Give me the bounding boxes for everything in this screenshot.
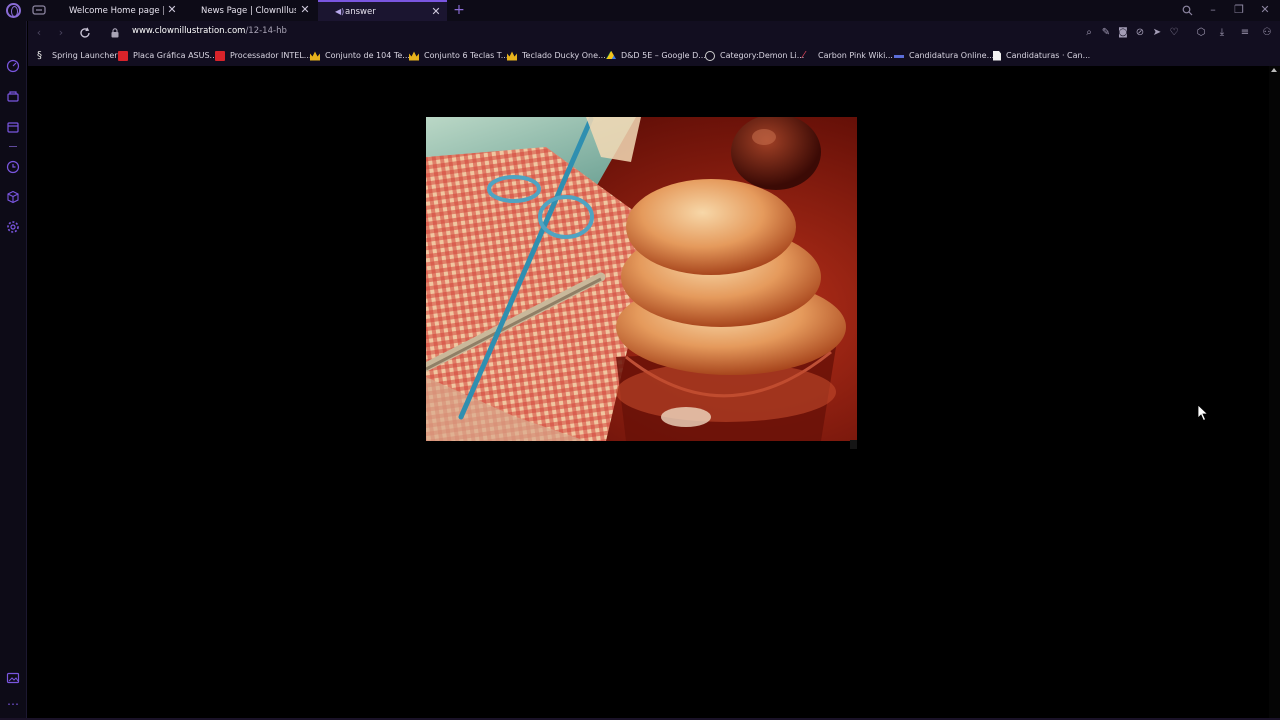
edit-icon[interactable]: ✎ (1098, 25, 1114, 41)
sidebar: ⋯ (0, 21, 27, 720)
bookmark-label: D&D 5E – Google D... (621, 51, 706, 60)
ice-cream-photo-drawing (426, 117, 857, 441)
workspace-icon[interactable] (6, 89, 20, 103)
heart-icon[interactable]: ♡ (1166, 25, 1182, 41)
bookmark-candidatura-online[interactable]: Candidatura Online... (894, 48, 994, 63)
tab-welcome-home[interactable]: Welcome Home page | Clo ✕ (60, 0, 183, 21)
url-path: /12-14-hb (245, 26, 287, 36)
extensions-cube-icon[interactable] (6, 190, 20, 204)
speed-dial-icon[interactable] (6, 59, 20, 73)
restore-icon[interactable]: ❐ (1230, 2, 1248, 18)
gallery-icon[interactable] (6, 671, 20, 685)
bookmark-spring-launcher[interactable]: § Spring Launcher (37, 48, 118, 63)
feather-icon: ⁄ (803, 49, 805, 61)
zoom-icon[interactable]: ⌕ (1081, 25, 1097, 41)
easy-setup-icon[interactable]: ≡ (1237, 25, 1253, 41)
ice-cream-sundae-photo[interactable] (426, 117, 857, 441)
bookmark-label: Processador INTEL... (230, 51, 312, 60)
bookmark-label: Category:Demon Li... (720, 51, 805, 60)
store-icon (118, 50, 128, 61)
reload-icon[interactable] (77, 25, 93, 41)
cube-icon[interactable]: ⬡ (1193, 25, 1209, 41)
sidebar-separator (9, 146, 17, 147)
bookmark-label: Spring Launcher (52, 51, 118, 60)
bookmark-conjunto-104[interactable]: Conjunto de 104 Te... (310, 48, 410, 63)
vertical-scrollbar[interactable] (1269, 66, 1280, 720)
dash-icon (894, 54, 904, 58)
document-icon (993, 50, 1001, 61)
image-resize-handle[interactable] (850, 440, 857, 449)
opera-logo-icon[interactable] (6, 3, 21, 18)
bookmarks-bar: § Spring Launcher Placa Gráfica ASUS... … (28, 45, 1280, 66)
adblock-icon[interactable]: ⊘ (1132, 25, 1148, 41)
bookmark-label: Candidaturas · Can... (1006, 51, 1091, 60)
bookmark-label: Conjunto de 104 Te... (325, 51, 410, 60)
back-arrow-icon[interactable]: ‹ (31, 25, 47, 41)
crown-icon (310, 51, 320, 61)
address-bar: ‹ › www.clownillustration.com/12-14-hb ⌕… (28, 21, 1280, 45)
spring-icon: § (37, 49, 42, 61)
bookmark-conjunto-6-teclas[interactable]: Conjunto 6 Teclas T... (409, 48, 508, 63)
crown-icon (507, 51, 517, 61)
tab-close-icon[interactable]: ✕ (298, 3, 312, 17)
bookmark-processador-intel[interactable]: Processador INTEL... (215, 48, 311, 63)
bookmark-label: Placa Gráfica ASUS... (133, 51, 218, 60)
settings-gear-icon[interactable] (6, 220, 20, 234)
bookmark-label: Candidatura Online... (909, 51, 995, 60)
bookmark-category-demon[interactable]: Category:Demon Li... (705, 48, 804, 63)
tab-close-icon[interactable]: ✕ (165, 3, 179, 17)
bookmark-candidaturas[interactable]: Candidaturas · Can... (993, 48, 1090, 63)
crown-icon (409, 51, 419, 61)
search-tabs-icon[interactable] (1178, 2, 1196, 18)
tab-menu-icon[interactable] (32, 4, 46, 16)
tab-answer-active[interactable]: ◀) answer ✕ (318, 0, 447, 21)
bookmark-carbon-pink-wiki[interactable]: ⁄ Carbon Pink Wiki... (803, 48, 893, 63)
scroll-up-arrow-icon[interactable] (1271, 68, 1277, 72)
page-content (28, 66, 1269, 720)
tab-title: answer (345, 6, 376, 17)
calendar-icon[interactable] (6, 120, 20, 134)
bookmark-label: Conjunto 6 Teclas T... (424, 51, 509, 60)
tab-title: Welcome Home page | Clo (69, 5, 164, 16)
close-window-icon[interactable]: ✕ (1256, 2, 1274, 18)
bookmark-label: Carbon Pink Wiki... (818, 51, 893, 60)
new-tab-icon[interactable]: + (452, 2, 466, 18)
download-icon[interactable]: ⤓ (1214, 25, 1230, 41)
mouse-cursor-icon (1197, 404, 1209, 422)
profile-icon[interactable]: ⚇ (1259, 25, 1275, 41)
bookmark-label: Teclado Ducky One... (522, 51, 606, 60)
more-options-icon[interactable]: ⋯ (6, 697, 20, 711)
tab-close-icon[interactable]: ✕ (429, 5, 443, 19)
drive-icon (606, 50, 616, 59)
forward-arrow-icon[interactable]: › (53, 25, 69, 41)
bookmark-dnd-google-drive[interactable]: D&D 5E – Google D... (606, 48, 706, 63)
bookmark-placa-grafica[interactable]: Placa Gráfica ASUS... (118, 48, 217, 63)
tab-title: News Page | ClownIllustrati (201, 5, 296, 16)
lock-icon[interactable] (111, 28, 119, 38)
tab-strip: Welcome Home page | Clo ✕ News Page | Cl… (0, 0, 1280, 21)
speaker-icon[interactable]: ◀) (335, 7, 344, 16)
history-icon[interactable] (6, 160, 20, 174)
tab-news-page[interactable]: News Page | ClownIllustrati ✕ (192, 0, 316, 21)
wiki-icon (705, 50, 715, 61)
minimize-icon[interactable]: – (1204, 2, 1222, 18)
send-icon[interactable]: ➤ (1149, 25, 1165, 41)
url-host: www.clownillustration.com (132, 26, 246, 36)
camera-icon[interactable]: ◙ (1115, 25, 1131, 41)
store-icon (215, 50, 225, 61)
bookmark-teclado-ducky[interactable]: Teclado Ducky One... (507, 48, 606, 63)
url-field[interactable]: www.clownillustration.com/12-14-hb (132, 26, 287, 36)
